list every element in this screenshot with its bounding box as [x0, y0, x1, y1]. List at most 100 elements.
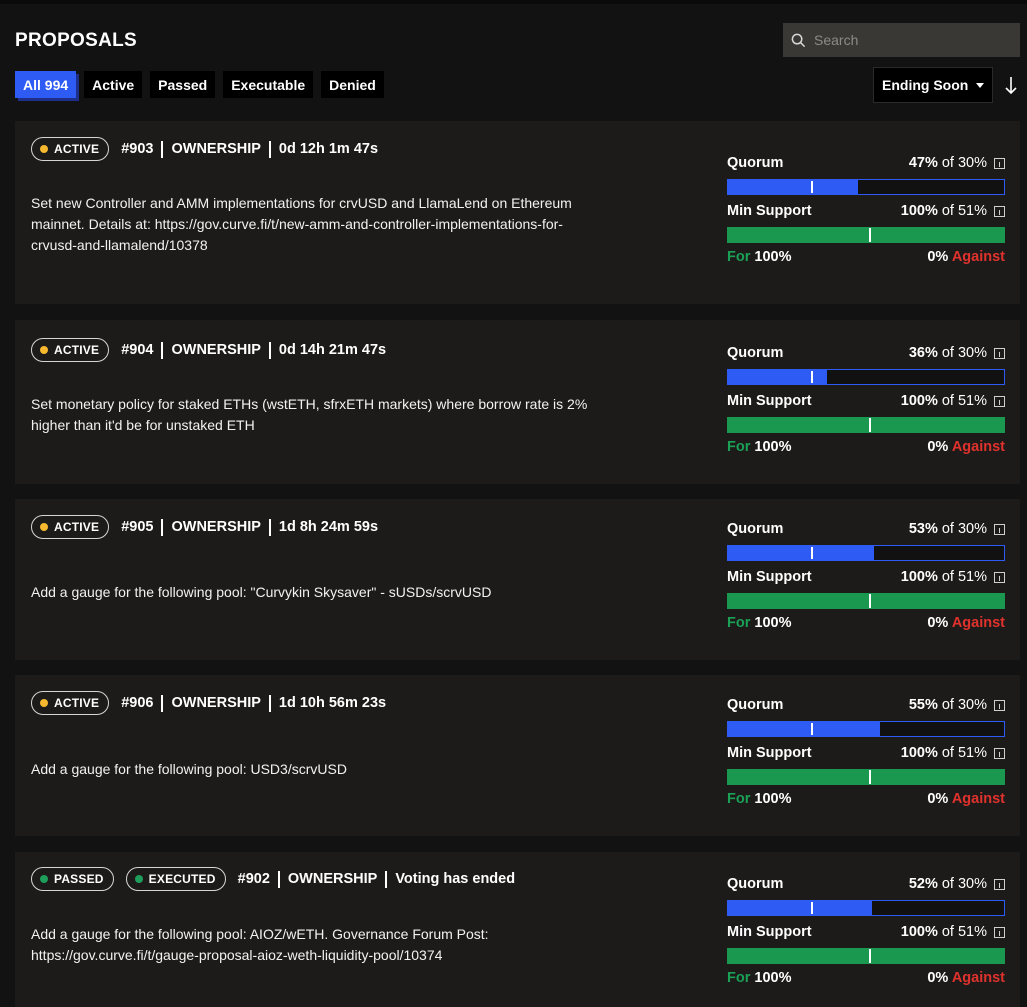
proposal-card[interactable]: PASSED EXECUTED #902 OWNERSHIP Voting ha…: [15, 852, 1020, 1007]
search-box[interactable]: [783, 23, 1020, 57]
quorum-label: Quorum: [727, 521, 784, 537]
filter-tabs: All 994 Active Passed Executable Denied: [15, 71, 384, 98]
vote-summary: Quorum 36% of 30% Min Support 100% of 51…: [727, 343, 1005, 455]
proposal-id: #902: [237, 871, 270, 887]
info-icon[interactable]: [994, 747, 1005, 759]
quorum-value: 55%: [908, 697, 938, 713]
for-result: For 100%: [727, 439, 791, 455]
support-value: 100%: [900, 924, 938, 940]
against-result: 0% Against: [927, 970, 1005, 986]
proposal-description: Add a gauge for the following pool: AIOZ…: [31, 926, 489, 963]
quorum-bar: [727, 900, 1005, 916]
support-bar: [727, 593, 1005, 609]
quorum-label: Quorum: [727, 345, 784, 361]
proposal-id: #903: [121, 141, 154, 157]
against-value: 0%: [927, 791, 949, 807]
against-label: Against: [951, 791, 1005, 807]
proposal-header: ACTIVE #904 OWNERSHIP 0d 14h 21m 47s: [31, 338, 386, 362]
proposal-card[interactable]: ACTIVE #906 OWNERSHIP 1d 10h 56m 23s Add…: [15, 675, 1020, 836]
status-badge-label: PASSED: [54, 872, 104, 886]
vote-summary: Quorum 52% of 30% Min Support 100% of 51…: [727, 874, 1005, 986]
sort-dropdown[interactable]: Ending Soon: [873, 67, 993, 103]
search-input[interactable]: [814, 32, 1014, 48]
quorum-bar: [727, 179, 1005, 195]
proposal-time: 1d 10h 56m 23s: [278, 695, 387, 711]
for-value: 100%: [754, 615, 792, 631]
against-result: 0% Against: [927, 439, 1005, 455]
filter-denied[interactable]: Denied: [321, 71, 384, 98]
proposal-type: OWNERSHIP: [171, 342, 261, 358]
proposal-header: ACTIVE #906 OWNERSHIP 1d 10h 56m 23s: [31, 691, 386, 715]
status-badge-passed: PASSED: [31, 867, 114, 891]
quorum-label: Quorum: [727, 155, 784, 171]
for-label: For: [727, 249, 751, 265]
proposal-type: OWNERSHIP: [171, 141, 261, 157]
vote-result: For 100% 0% Against: [727, 615, 1005, 631]
info-icon[interactable]: [994, 878, 1005, 890]
quorum-required: of 30%: [941, 155, 987, 171]
caret-down-icon: [976, 82, 985, 88]
support-threshold-marker: [868, 949, 871, 963]
quorum-bar-fill: [728, 722, 880, 736]
support-row: Min Support 100% of 51%: [727, 391, 1005, 411]
separator: [277, 870, 280, 888]
info-icon[interactable]: [994, 347, 1005, 359]
info-icon[interactable]: [994, 926, 1005, 938]
proposal-card[interactable]: ACTIVE #905 OWNERSHIP 1d 8h 24m 59s Add …: [15, 499, 1020, 660]
proposal-header: PASSED EXECUTED #902 OWNERSHIP Voting ha…: [31, 867, 515, 891]
support-bar: [727, 948, 1005, 964]
info-icon[interactable]: [994, 699, 1005, 711]
status-badge-active: ACTIVE: [31, 137, 110, 161]
quorum-threshold-marker: [810, 723, 813, 735]
quorum-value: 36%: [908, 345, 938, 361]
proposal-meta: #904 OWNERSHIP 0d 14h 21m 47s: [121, 341, 386, 359]
filter-active[interactable]: Active: [84, 71, 143, 98]
quorum-bar-fill: [728, 180, 858, 194]
filter-passed[interactable]: Passed: [150, 71, 216, 98]
status-badge-label: ACTIVE: [54, 696, 100, 710]
proposal-type: OWNERSHIP: [171, 519, 261, 535]
sort-label: Ending Soon: [882, 77, 969, 93]
info-icon[interactable]: [994, 571, 1005, 583]
status-badge-label: ACTIVE: [54, 142, 100, 156]
quorum-value: 53%: [908, 521, 938, 537]
info-icon[interactable]: [994, 157, 1005, 169]
filter-all[interactable]: All 994: [15, 71, 77, 98]
proposal-id: #904: [121, 342, 154, 358]
support-required: of 51%: [941, 745, 987, 761]
page-title: PROPOSALS: [15, 30, 137, 51]
support-row: Min Support 100% of 51%: [727, 922, 1005, 942]
status-dot: [134, 875, 143, 883]
for-label: For: [727, 439, 751, 455]
proposal-meta: #905 OWNERSHIP 1d 8h 24m 59s: [121, 518, 378, 536]
for-label: For: [727, 791, 751, 807]
support-required: of 51%: [941, 203, 987, 219]
vote-summary: Quorum 47% of 30% Min Support 100% of 51…: [727, 153, 1005, 265]
status-dot: [40, 346, 48, 354]
status-badge-active: ACTIVE: [31, 691, 110, 715]
for-label: For: [727, 615, 751, 631]
support-threshold-marker: [868, 594, 871, 608]
vote-summary: Quorum 53% of 30% Min Support 100% of 51…: [727, 519, 1005, 631]
against-value: 0%: [927, 439, 949, 455]
support-label: Min Support: [727, 569, 812, 585]
info-icon[interactable]: [994, 523, 1005, 535]
for-result: For 100%: [727, 970, 791, 986]
against-value: 0%: [927, 615, 949, 631]
for-label: For: [727, 970, 751, 986]
against-result: 0% Against: [927, 615, 1005, 631]
support-bar: [727, 417, 1005, 433]
proposal-time: Voting has ended: [395, 871, 516, 887]
proposal-header: ACTIVE #905 OWNERSHIP 1d 8h 24m 59s: [31, 515, 378, 539]
proposal-card[interactable]: ACTIVE #904 OWNERSHIP 0d 14h 21m 47s Set…: [15, 320, 1020, 484]
arrow-down-icon[interactable]: [1003, 74, 1019, 96]
against-label: Against: [951, 439, 1005, 455]
support-value: 100%: [900, 745, 938, 761]
filter-executable[interactable]: Executable: [223, 71, 314, 98]
proposal-card[interactable]: ACTIVE #903 OWNERSHIP 0d 12h 1m 47s Set …: [15, 121, 1020, 304]
info-icon[interactable]: [994, 395, 1005, 407]
vote-result: For 100% 0% Against: [727, 249, 1005, 265]
info-icon[interactable]: [994, 205, 1005, 217]
for-value: 100%: [754, 791, 792, 807]
support-value: 100%: [900, 203, 938, 219]
